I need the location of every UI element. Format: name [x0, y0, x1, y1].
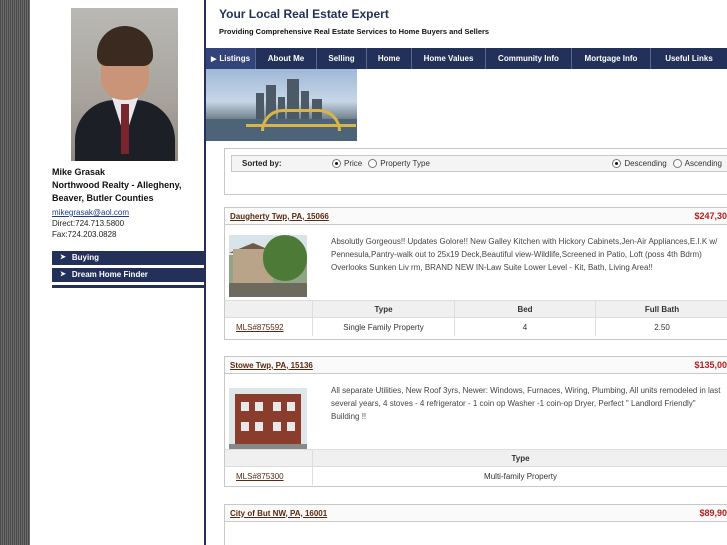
radio-button[interactable] [332, 159, 341, 168]
type-value: Multi-family Property [312, 467, 727, 485]
radio-button[interactable] [368, 159, 378, 168]
left-decorative-stripe [0, 0, 30, 545]
sort-bar: Sorted by: Price Property Type Descendin… [231, 155, 727, 172]
listing-description: All separate Utilities, New Roof 3yrs, N… [331, 386, 721, 421]
mls-link[interactable]: MLS#875300 [236, 472, 284, 481]
listing-photo[interactable] [229, 388, 307, 450]
page-title: Your Local Real Estate Expert [219, 7, 389, 21]
side-nav-dream-home-finder[interactable]: ➤ Dream Home Finder [52, 268, 204, 282]
radio-button[interactable] [612, 159, 622, 168]
listing-spec-table: Type MLS#875300 Multi-family Property [225, 449, 727, 485]
sort-property-type-option[interactable]: Property Type [368, 159, 430, 168]
tab-listings[interactable]: ▶ Listings [206, 48, 256, 69]
side-nav: ➤ Buying ➤ Dream Home Finder [52, 251, 204, 288]
tab-about-me[interactable]: About Me [256, 48, 317, 69]
side-nav-buying[interactable]: ➤ Buying [52, 251, 204, 265]
divider [52, 285, 204, 288]
agent-name: Mike Grasak [52, 167, 106, 177]
listing-location-link[interactable]: Stowe Twp, PA, 15136 [230, 361, 313, 370]
agent-photo [71, 8, 178, 161]
triangle-right-icon: ➤ [60, 254, 66, 261]
tab-selling[interactable]: Selling [317, 48, 367, 69]
sort-panel: Sorted by: Price Property Type Descendin… [224, 148, 727, 195]
listing-description: Absolutly Gorgeous!! Updates Golore!! Ne… [331, 237, 718, 272]
column-header-bed: Bed [454, 301, 595, 317]
listing-header: City of But NW, PA, 16001 $89,90 [225, 505, 727, 522]
agent-direct-phone: Direct:724.713.5800 [52, 219, 125, 228]
city-banner-image [206, 69, 357, 141]
sidebar: Mike Grasak Northwood Realty - Allegheny… [30, 0, 204, 545]
listing-header: Stowe Twp, PA, 15136 $135,00 [225, 357, 727, 374]
listing-body: All separate Utilities, New Roof 3yrs, N… [225, 374, 727, 487]
listing-card: Stowe Twp, PA, 15136 $135,00 All separat… [224, 356, 727, 487]
page-subtitle: Providing Comprehensive Real Estate Serv… [219, 27, 490, 36]
listing-price: $89,90 [699, 508, 727, 518]
sort-label: Sorted by: [242, 159, 282, 168]
listing-photo[interactable] [229, 235, 307, 297]
agent-fax: Fax:724.203.0828 [52, 230, 117, 239]
listing-header: Daugherty Twp, PA, 15066 $247,30 [225, 208, 727, 225]
table-header-row: Type Bed Full Bath [225, 300, 727, 318]
sort-descending-option[interactable]: Descending [612, 159, 667, 168]
radio-button[interactable] [672, 159, 682, 168]
mls-link[interactable]: MLS#875592 [236, 323, 284, 332]
agent-info: Mike Grasak Northwood Realty - Allegheny… [52, 166, 202, 240]
tab-mortgage-info[interactable]: Mortgage Info [572, 48, 651, 69]
listing-card: City of But NW, PA, 16001 $89,90 [224, 504, 727, 545]
listing-location-link[interactable]: City of But NW, PA, 16001 [230, 509, 327, 518]
triangle-right-icon: ➤ [60, 271, 66, 278]
sort-price-option[interactable]: Price [332, 159, 362, 168]
page-header: Your Local Real Estate Expert Providing … [219, 7, 489, 36]
play-icon: ▶ [210, 55, 217, 63]
listing-price: $135,00 [694, 360, 727, 370]
bed-value: 4 [454, 318, 595, 336]
full-bath-value: 2.50 [595, 318, 727, 336]
tab-community-info[interactable]: Community Info [486, 48, 572, 69]
listing-spec-table: Type Bed Full Bath MLS#875592 Single Fam… [225, 300, 727, 336]
column-header-type: Type [312, 301, 454, 317]
tab-home-values[interactable]: Home Values [412, 48, 486, 69]
sort-ascending-option[interactable]: Ascending [672, 159, 722, 168]
table-row: MLS#875592 Single Family Property 4 2.50 [225, 318, 727, 336]
listing-location-link[interactable]: Daugherty Twp, PA, 15066 [230, 212, 329, 221]
listing-card: Daugherty Twp, PA, 15066 $247,30 Absolut… [224, 207, 727, 340]
agent-email-link[interactable]: mikegrasak@aol.com [52, 207, 202, 218]
main-nav: ▶ Listings About Me Selling Home Home Va… [206, 48, 727, 69]
agent-company: Northwood Realty - Allegheny, Beaver, Bu… [52, 180, 182, 203]
table-row: MLS#875300 Multi-family Property [225, 467, 727, 485]
column-header-full-bath: Full Bath [595, 301, 727, 317]
tab-home[interactable]: Home [367, 48, 412, 69]
table-header-row: Type [225, 449, 727, 467]
listing-body: Absolutly Gorgeous!! Updates Golore!! Ne… [225, 225, 727, 340]
listing-price: $247,30 [694, 211, 727, 221]
tab-useful-links[interactable]: Useful Links [651, 48, 727, 69]
type-value: Single Family Property [312, 318, 454, 336]
column-header-type: Type [312, 450, 727, 466]
